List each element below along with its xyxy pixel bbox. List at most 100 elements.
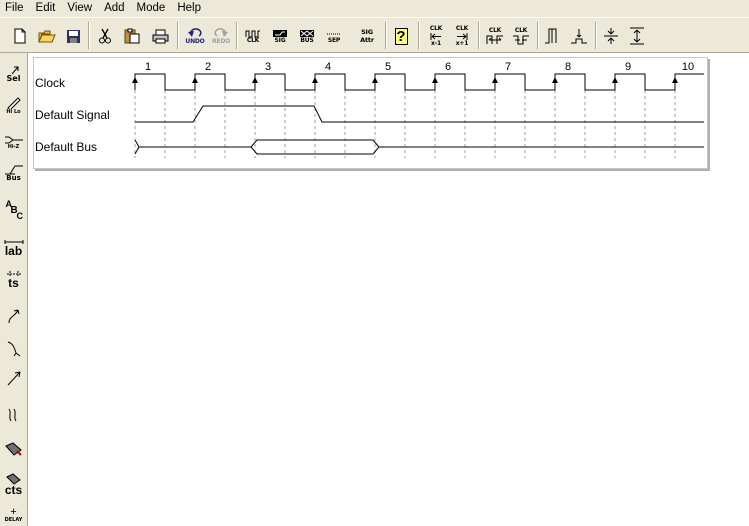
- open-file-button[interactable]: [36, 21, 58, 51]
- hilo-label: Hi Lo: [6, 109, 21, 115]
- rising-edge-arrow: [432, 77, 438, 83]
- cut-button[interactable]: [95, 21, 115, 51]
- new-file-icon: [14, 28, 26, 44]
- break-lines-icon: [8, 408, 16, 422]
- redo-arrow-icon: [214, 27, 228, 37]
- clock-edge-number: 7: [505, 61, 511, 73]
- bus-start-edge: [134, 139, 140, 155]
- open-folder-icon: [38, 30, 56, 42]
- erase-tool[interactable]: [1, 441, 26, 457]
- toolbar-separator: [236, 22, 238, 49]
- clock-waveform[interactable]: [134, 73, 704, 91]
- hi-lo-tool[interactable]: Hi Lo: [1, 97, 26, 116]
- menu-add[interactable]: Add: [98, 0, 130, 17]
- bus-tool[interactable]: Bus: [1, 165, 26, 182]
- rising-edge-arrow: [132, 77, 138, 83]
- plus-icon: +: [10, 506, 17, 518]
- hi-z-tool[interactable]: Hi-Z: [1, 135, 26, 151]
- sep-label: SEP: [327, 36, 341, 44]
- default-signal-waveform[interactable]: [135, 105, 704, 123]
- clock-edge-number: 4: [325, 61, 331, 73]
- paste-button[interactable]: [122, 21, 142, 51]
- sig-attr-label-1: SIG: [361, 28, 373, 36]
- pulse-low-button[interactable]: [567, 21, 591, 51]
- menu-file[interactable]: File: [0, 0, 30, 17]
- add-separator-button[interactable]: SEP: [322, 21, 346, 51]
- menu-edit[interactable]: Edit: [30, 0, 62, 17]
- clock-minus-button[interactable]: CLK x-1: [424, 21, 448, 51]
- print-button[interactable]: [149, 21, 171, 51]
- curved-arrow-icon: [8, 309, 19, 324]
- help-button[interactable]: ?: [390, 21, 412, 51]
- sel-label: Sel: [6, 74, 21, 83]
- signal-attributes-button[interactable]: SIG Attr: [353, 21, 381, 51]
- add-signal-button[interactable]: SIG: [268, 21, 292, 51]
- rising-edge-arrow: [252, 77, 258, 83]
- straight-arrow-icon: [7, 371, 20, 386]
- abc-text-icon: A B C: [3, 199, 25, 223]
- curve-down-arrow-icon: [7, 341, 20, 357]
- clock-rise-button[interactable]: CLK: [483, 21, 507, 51]
- save-button[interactable]: [63, 21, 83, 51]
- break-tool[interactable]: [1, 407, 26, 423]
- rising-edge-arrow: [492, 77, 498, 83]
- bus-label: BUS: [300, 36, 314, 44]
- delay-label: DELAY: [4, 517, 23, 523]
- clk-plus-sub: x+1: [455, 39, 469, 47]
- toolbar-separator: [595, 22, 597, 49]
- rising-edge-arrow: [372, 77, 378, 83]
- toolbar-separator: [537, 22, 539, 49]
- floppy-disk-icon: [66, 29, 80, 43]
- waveform-area[interactable]: 1 2 3 4 5 6 7 8 9 10: [34, 58, 707, 168]
- low-pulse-icon: [571, 29, 587, 44]
- clock-edge-number: 3: [265, 61, 271, 73]
- pencil-icon: [6, 97, 21, 109]
- compress-button[interactable]: [599, 21, 623, 51]
- bus-tool-label: Bus: [6, 174, 21, 182]
- ts-label: ts: [8, 276, 19, 290]
- curve-arrow-tool[interactable]: [1, 307, 26, 325]
- toolbar: UNDO REDO CLK SIG BUS SEP SIG Attr ? CLK…: [0, 17, 749, 53]
- clock-plus-button[interactable]: CLK x+1: [450, 21, 474, 51]
- hiz-label: Hi-Z: [7, 144, 20, 150]
- menu-mode[interactable]: Mode: [131, 0, 172, 17]
- new-file-button[interactable]: [10, 21, 30, 51]
- clock-edge-number: 2: [205, 61, 211, 73]
- add-clock-button[interactable]: CLK: [241, 21, 265, 51]
- expand-button[interactable]: [625, 21, 649, 51]
- clock-edge-number: 1: [145, 61, 151, 73]
- timestamp-tool[interactable]: ts: [1, 271, 26, 289]
- clear-timestamps-tool[interactable]: cts: [1, 473, 26, 496]
- undo-label: UNDO: [185, 37, 205, 45]
- clipboard-icon: [124, 28, 140, 44]
- delay-tool[interactable]: + DELAY: [1, 506, 26, 524]
- pulse-high-button[interactable]: [541, 21, 565, 51]
- abc-c: C: [16, 211, 24, 221]
- clock-edge-number: 10: [682, 61, 694, 73]
- help-question-icon: ?: [394, 27, 408, 45]
- timing-diagram-panel[interactable]: Clock Default Signal Default Bus 1234567…: [33, 57, 708, 169]
- expand-vertical-icon: [630, 27, 644, 45]
- rising-pulse-icon: [545, 28, 557, 44]
- clock-fall-button[interactable]: CLK: [509, 21, 533, 51]
- add-bus-button[interactable]: BUS: [295, 21, 319, 51]
- sig-label: SIG: [274, 36, 286, 44]
- clock-shrink-icon: [513, 35, 529, 44]
- redo-button: REDO: [209, 21, 233, 51]
- text-tool[interactable]: A B C: [1, 199, 26, 223]
- redo-label: REDO: [212, 37, 230, 45]
- cts-label: cts: [4, 483, 23, 497]
- line-tool[interactable]: [1, 369, 26, 387]
- menu-help[interactable]: Help: [171, 0, 207, 17]
- menu-bar: File Edit View Add Mode Help: [0, 0, 749, 17]
- undo-button[interactable]: UNDO: [183, 21, 207, 51]
- rising-edge-arrow: [672, 77, 678, 83]
- toolbar-separator: [418, 22, 420, 49]
- eraser-icon: [4, 442, 22, 456]
- menu-view[interactable]: View: [61, 0, 98, 17]
- select-tool[interactable]: Sel: [1, 65, 26, 83]
- tool-palette: Sel Hi Lo Hi-Z Bus A B C lab ts cts + DE…: [0, 53, 28, 526]
- label-tool[interactable]: lab: [1, 239, 26, 257]
- printer-icon: [152, 29, 168, 43]
- curve-down-tool[interactable]: [1, 340, 26, 358]
